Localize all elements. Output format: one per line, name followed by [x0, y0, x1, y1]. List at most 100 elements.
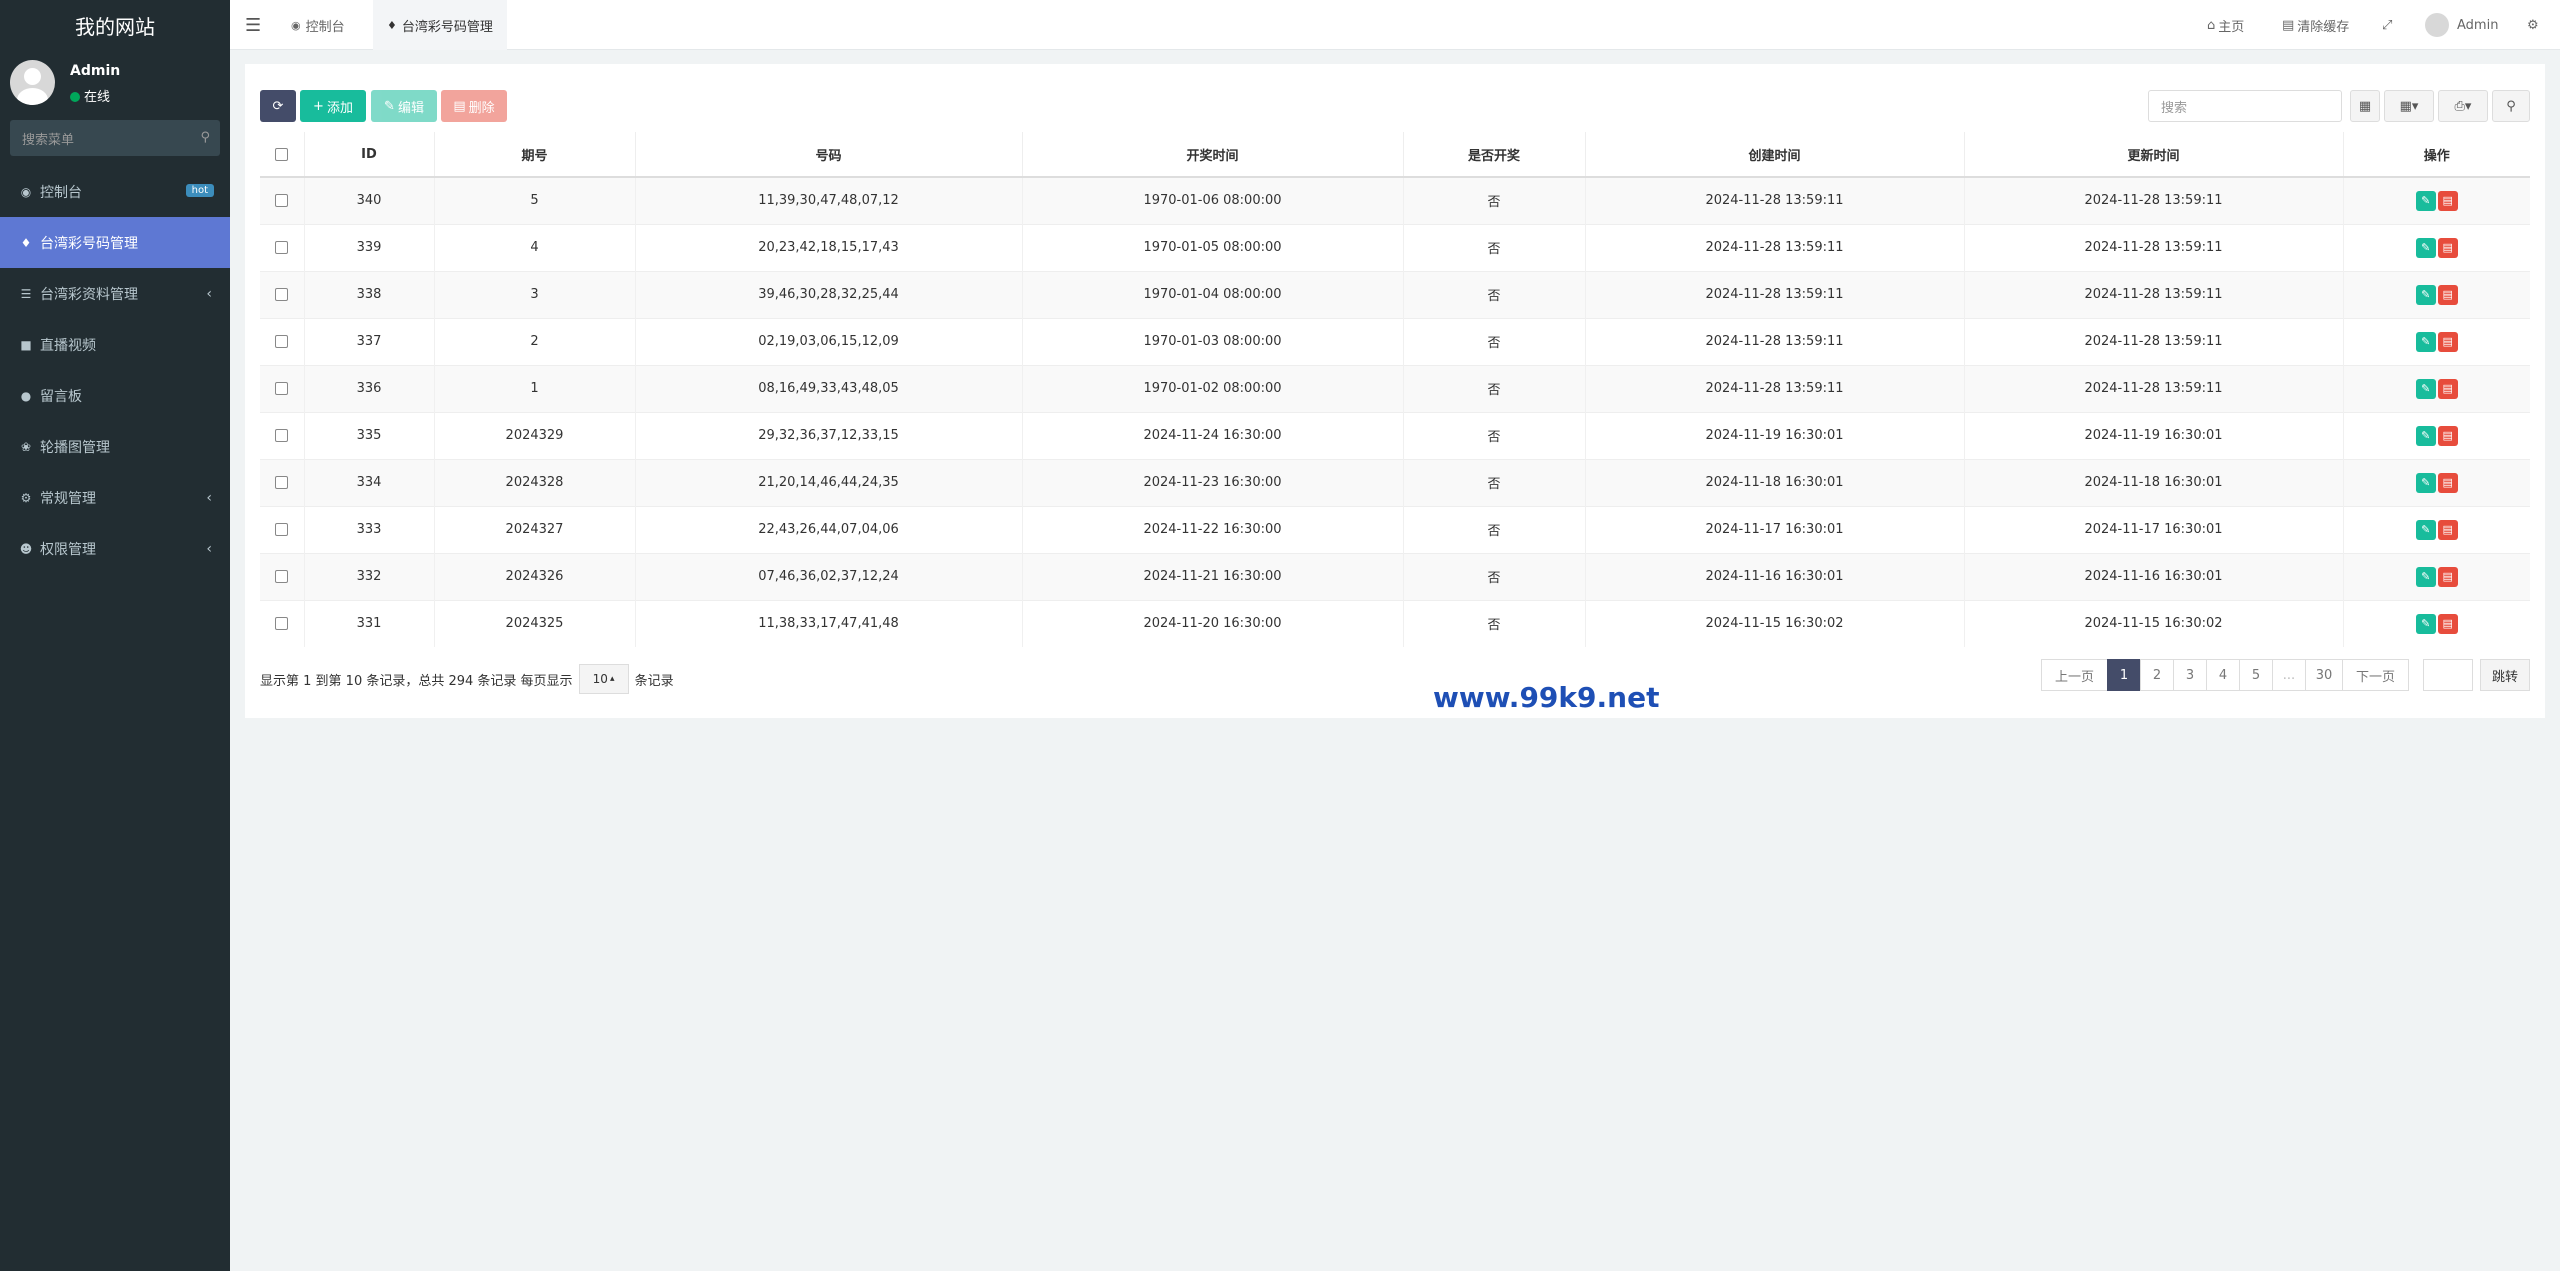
refresh-button[interactable]: ⟳: [260, 90, 296, 122]
edit-row-icon[interactable]: ✎: [2415, 519, 2436, 540]
sidebar-item-general[interactable]: ⚙ 常规管理 ‹: [0, 472, 230, 523]
row-checkbox[interactable]: [275, 382, 289, 395]
edit-row-icon[interactable]: ✎: [2415, 237, 2436, 258]
page-jump-button[interactable]: 跳转: [2480, 659, 2530, 691]
table-row[interactable]: 340 5 11,39,30,47,48,07,12 1970-01-06 08:00…: [260, 176, 2530, 224]
table-row[interactable]: 337 2 02,19,03,06,15,12,09 1970-01-03 08:00…: [260, 317, 2530, 365]
sidebar-item-auth[interactable]: ☻ 权限管理 ‹: [0, 523, 230, 574]
sidebar-item-data[interactable]: ☰ 台湾彩资料管理 ‹: [0, 268, 230, 319]
add-button[interactable]: + 添加: [300, 90, 366, 122]
page-item[interactable]: 4: [2206, 659, 2240, 691]
column-header[interactable]: ID: [304, 132, 435, 178]
table-row[interactable]: 332 2024326 07,46,36,02,37,12,24 2024-11-21…: [260, 552, 2530, 600]
user-menu[interactable]: Admin: [2425, 0, 2498, 50]
column-header[interactable]: 期号: [434, 132, 636, 178]
page-jump-input[interactable]: [2423, 659, 2473, 691]
table-cell: 否: [1403, 176, 1586, 224]
delete-row-icon[interactable]: ▤: [2437, 331, 2458, 352]
table-cell: 2024-11-28 13:59:11: [1964, 317, 2344, 365]
page-item[interactable]: 2: [2140, 659, 2174, 691]
row-checkbox[interactable]: [275, 617, 289, 631]
delete-row-icon[interactable]: ▤: [2437, 566, 2458, 587]
table-cell: 08,16,49,33,43,48,05: [635, 364, 1023, 412]
tab-numbers[interactable]: ♦ 台湾彩号码管理: [373, 0, 507, 50]
row-checkbox[interactable]: [275, 476, 289, 489]
row-checkbox[interactable]: [275, 288, 289, 301]
delete-row-icon[interactable]: ▤: [2437, 237, 2458, 258]
clear-cache-button[interactable]: ▤ 清除缓存: [2282, 0, 2349, 50]
home-link[interactable]: ⌂ 主页: [2207, 0, 2244, 50]
column-header[interactable]: 开奖时间: [1022, 132, 1404, 178]
settings-gear-icon[interactable]: ⚙: [2527, 0, 2539, 50]
row-checkbox[interactable]: [275, 523, 289, 536]
edit-row-icon[interactable]: ✎: [2415, 284, 2436, 305]
delete-row-icon[interactable]: ▤: [2437, 425, 2458, 446]
row-select-cell: [260, 411, 305, 459]
edit-row-icon[interactable]: ✎: [2415, 472, 2436, 493]
page-next[interactable]: 下一页: [2342, 659, 2409, 691]
row-checkbox[interactable]: [275, 194, 289, 208]
toggle-view-button[interactable]: ▦: [2350, 90, 2380, 122]
table-cell: 1: [434, 364, 636, 412]
delete-row-icon[interactable]: ▤: [2437, 284, 2458, 305]
table-search-input[interactable]: 搜索: [2148, 90, 2342, 122]
home-icon: ⌂: [2207, 17, 2216, 33]
table-row[interactable]: 331 2024325 11,38,33,17,47,41,48 2024-11-20…: [260, 599, 2530, 647]
edit-button[interactable]: ✎ 编辑: [371, 90, 437, 122]
watermark: www.99k9.net: [1433, 681, 1660, 714]
delete-row-icon[interactable]: ▤: [2437, 613, 2458, 634]
row-checkbox[interactable]: [275, 429, 289, 442]
edit-row-icon[interactable]: ✎: [2415, 425, 2436, 446]
fullscreen-icon[interactable]: ⤢: [2382, 0, 2392, 50]
page-prev[interactable]: 上一页: [2041, 659, 2108, 691]
tab-label: 台湾彩号码管理: [401, 19, 493, 35]
edit-row-icon[interactable]: ✎: [2415, 613, 2436, 634]
sidebar-item-board[interactable]: ● 留言板: [0, 370, 230, 421]
page-item[interactable]: 30: [2305, 659, 2343, 691]
column-header[interactable]: 号码: [635, 132, 1023, 178]
table-row[interactable]: 334 2024328 21,20,14,46,44,24,35 2024-11-23…: [260, 458, 2530, 506]
row-checkbox[interactable]: [275, 335, 289, 348]
table-row[interactable]: 338 3 39,46,30,28,32,25,44 1970-01-04 08:00…: [260, 270, 2530, 318]
table-row[interactable]: 335 2024329 29,32,36,37,12,33,15 2024-11-24…: [260, 411, 2530, 459]
row-actions: ✎ ▤: [2343, 270, 2530, 318]
video-camera-icon: ■: [20, 337, 32, 352]
table-row[interactable]: 333 2024327 22,43,26,44,07,04,06 2024-11-22…: [260, 505, 2530, 553]
row-checkbox[interactable]: [275, 241, 289, 254]
edit-row-icon[interactable]: ✎: [2415, 190, 2436, 211]
search-icon[interactable]: ⚲: [200, 130, 210, 145]
delete-row-icon[interactable]: ▤: [2437, 472, 2458, 493]
edit-row-icon[interactable]: ✎: [2415, 378, 2436, 399]
advanced-search-button[interactable]: ⚲: [2492, 90, 2530, 122]
table-row[interactable]: 336 1 08,16,49,33,43,48,05 1970-01-02 08:00…: [260, 364, 2530, 412]
column-header[interactable]: 创建时间: [1585, 132, 1965, 178]
table-row[interactable]: 339 4 20,23,42,18,15,17,43 1970-01-05 08:00…: [260, 223, 2530, 271]
sidebar-item-video[interactable]: ■ 直播视频: [0, 319, 230, 370]
export-dropdown[interactable]: ⎙▾: [2438, 90, 2488, 122]
column-header[interactable]: 是否开奖: [1403, 132, 1586, 178]
menu-toggle-icon[interactable]: ☰: [245, 15, 261, 36]
page-size-select[interactable]: 10 ▴: [578, 664, 629, 694]
page-item[interactable]: 1: [2107, 659, 2141, 691]
sidebar-item-dashboard[interactable]: ◉ 控制台 hot: [0, 166, 230, 217]
delete-row-icon[interactable]: ▤: [2437, 190, 2458, 211]
edit-row-icon[interactable]: ✎: [2415, 331, 2436, 352]
page-item[interactable]: 3: [2173, 659, 2207, 691]
page-item[interactable]: 5: [2239, 659, 2273, 691]
sidebar-item-carousel[interactable]: ❀ 轮播图管理: [0, 421, 230, 472]
row-checkbox[interactable]: [275, 570, 289, 583]
menu-search-input[interactable]: 搜索菜单 ⚲: [10, 120, 220, 156]
delete-row-icon[interactable]: ▤: [2437, 378, 2458, 399]
sidebar-item-numbers[interactable]: ♦ 台湾彩号码管理: [0, 217, 230, 268]
delete-button[interactable]: ▤ 删除: [441, 90, 507, 122]
delete-row-icon[interactable]: ▤: [2437, 519, 2458, 540]
plus-icon: +: [313, 98, 324, 114]
table-cell: 2024-11-28 13:59:11: [1585, 223, 1965, 271]
columns-dropdown[interactable]: ▦▾: [2384, 90, 2434, 122]
table-cell: 否: [1403, 552, 1586, 600]
site-logo[interactable]: 我的网站: [0, 0, 230, 50]
edit-row-icon[interactable]: ✎: [2415, 566, 2436, 587]
column-header[interactable]: 更新时间: [1964, 132, 2344, 178]
select-all-checkbox[interactable]: [275, 147, 289, 161]
tab-dashboard[interactable]: ◉ 控制台: [277, 0, 359, 50]
